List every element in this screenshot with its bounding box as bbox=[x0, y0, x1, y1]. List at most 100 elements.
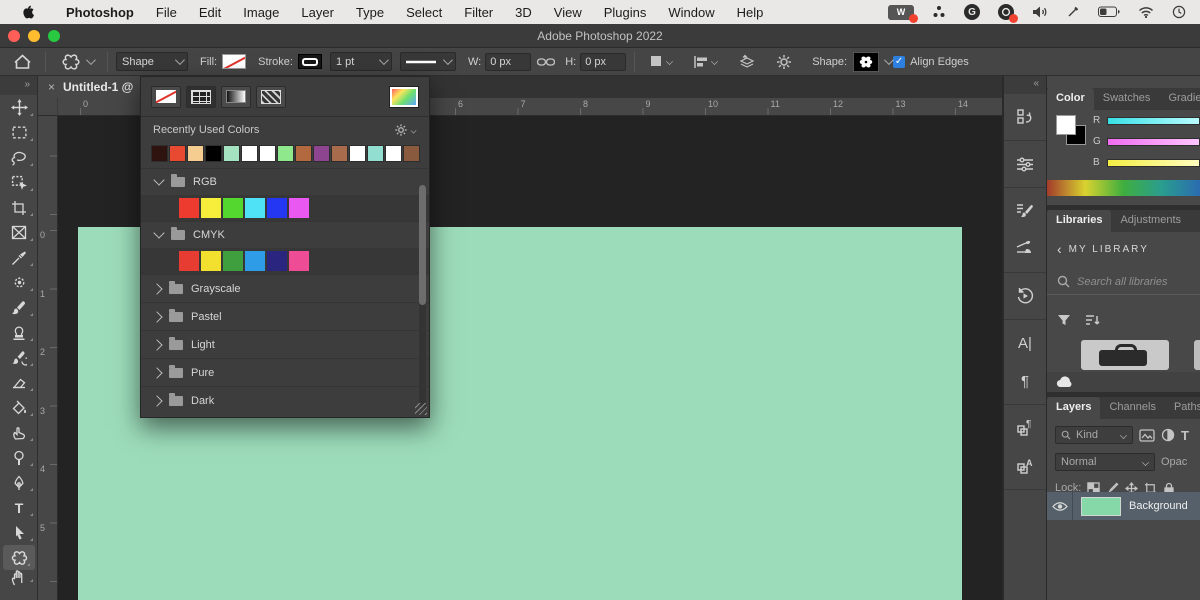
fill-gradient-button[interactable] bbox=[221, 86, 251, 108]
layer-visibility-toggle[interactable] bbox=[1047, 492, 1073, 520]
color-swatch[interactable] bbox=[201, 198, 221, 218]
pen-tool[interactable] bbox=[0, 470, 38, 495]
tab-libraries[interactable]: Libraries bbox=[1047, 210, 1111, 232]
slashed-tool-icon[interactable] bbox=[1066, 5, 1080, 19]
library-search-field[interactable]: Search all libraries bbox=[1047, 273, 1200, 295]
color-swatch[interactable] bbox=[223, 145, 240, 162]
color-swatch[interactable] bbox=[179, 198, 199, 218]
menu-item[interactable]: Window bbox=[657, 5, 725, 20]
color-swatch[interactable] bbox=[187, 145, 204, 162]
filter-adjustment-layers-icon[interactable] bbox=[1161, 428, 1175, 442]
move-tool[interactable] bbox=[0, 95, 38, 120]
gear-icon[interactable] bbox=[776, 54, 792, 70]
menu-item[interactable]: Photoshop bbox=[52, 5, 145, 20]
tab-channels[interactable]: Channels bbox=[1100, 397, 1164, 419]
library-asset-thumbnail[interactable] bbox=[1081, 340, 1169, 370]
path-selection-tool[interactable] bbox=[0, 520, 38, 545]
link-dimensions-icon[interactable] bbox=[537, 57, 555, 67]
collapsed-group-row[interactable]: Grayscale bbox=[141, 274, 429, 302]
recording-app-icon[interactable] bbox=[998, 4, 1014, 20]
menu-item[interactable]: Plugins bbox=[593, 5, 658, 20]
picker-settings-button[interactable] bbox=[394, 123, 417, 137]
paragraph-styles-panel-icon[interactable]: ¶ bbox=[1004, 409, 1046, 447]
vertical-ruler[interactable]: 012345 bbox=[38, 116, 58, 600]
fill-none-button[interactable] bbox=[151, 86, 181, 108]
document-tab[interactable]: × Untitled-1 @ bbox=[38, 76, 147, 98]
color-swatch[interactable] bbox=[267, 198, 287, 218]
path-arrangement-button[interactable] bbox=[738, 54, 756, 70]
foreground-background-swatches[interactable] bbox=[1056, 115, 1086, 145]
color-swatch[interactable] bbox=[151, 145, 168, 162]
battery-icon[interactable] bbox=[1098, 6, 1120, 18]
menu-item[interactable]: File bbox=[145, 5, 188, 20]
current-tool-icon[interactable] bbox=[60, 52, 93, 72]
dots-icon[interactable] bbox=[932, 5, 946, 19]
group-rgb-header[interactable]: RGB bbox=[141, 168, 429, 195]
height-input[interactable]: 0 px bbox=[580, 53, 626, 71]
cloud-sync-icon[interactable] bbox=[1056, 376, 1074, 388]
character-panel-icon[interactable]: A| bbox=[1004, 324, 1046, 362]
color-swatch[interactable] bbox=[223, 251, 243, 271]
paint-bucket-tool[interactable] bbox=[0, 395, 38, 420]
layer-filter-kind-select[interactable]: Kind bbox=[1055, 426, 1133, 444]
frame-tool[interactable] bbox=[0, 220, 38, 245]
fill-solid-color-button[interactable] bbox=[186, 86, 216, 108]
filter-funnel-icon[interactable] bbox=[1057, 313, 1071, 327]
color-swatch[interactable] bbox=[245, 251, 265, 271]
layer-row-background[interactable]: Background bbox=[1047, 492, 1200, 520]
color-swatch[interactable] bbox=[277, 145, 294, 162]
fill-pattern-button[interactable] bbox=[256, 86, 286, 108]
menu-item[interactable]: 3D bbox=[504, 5, 543, 20]
menu-item[interactable]: Edit bbox=[188, 5, 232, 20]
color-swatch[interactable] bbox=[331, 145, 348, 162]
collapsed-group-row[interactable]: Pure bbox=[141, 358, 429, 386]
color-swatch[interactable] bbox=[267, 251, 287, 271]
collapsed-group-row[interactable]: Light bbox=[141, 330, 429, 358]
menu-item[interactable]: Layer bbox=[290, 5, 345, 20]
menu-item[interactable]: Filter bbox=[453, 5, 504, 20]
dodge-tool[interactable] bbox=[0, 445, 38, 470]
red-channel-slider[interactable]: R bbox=[1093, 116, 1200, 125]
properties-panel-icon[interactable] bbox=[1004, 145, 1046, 183]
color-picker-button[interactable] bbox=[389, 86, 419, 108]
layer-thumbnail[interactable] bbox=[1081, 497, 1121, 516]
color-spectrum-ramp[interactable] bbox=[1047, 180, 1200, 196]
menu-item[interactable]: Help bbox=[726, 5, 775, 20]
menu-item[interactable]: Select bbox=[395, 5, 453, 20]
stroke-width-select[interactable]: 1 pt bbox=[330, 52, 392, 71]
scrollbar-thumb[interactable] bbox=[419, 185, 426, 305]
color-swatch[interactable] bbox=[241, 145, 258, 162]
foreground-color-swatch[interactable] bbox=[1056, 115, 1076, 135]
tab-layers[interactable]: Layers bbox=[1047, 397, 1100, 419]
color-swatch[interactable] bbox=[289, 251, 309, 271]
menu-item[interactable]: View bbox=[543, 5, 593, 20]
collapsed-group-row[interactable]: Pastel bbox=[141, 302, 429, 330]
volume-icon[interactable] bbox=[1032, 5, 1048, 19]
smudge-tool[interactable] bbox=[0, 420, 38, 445]
shape-preview-thumbnail[interactable] bbox=[853, 52, 879, 72]
stroke-style-select[interactable] bbox=[400, 52, 456, 71]
brushes-panel-icon[interactable] bbox=[1004, 230, 1046, 268]
library-back-row[interactable]: ‹ MY LIBRARY bbox=[1047, 240, 1200, 258]
character-styles-panel-icon[interactable]: A bbox=[1004, 447, 1046, 485]
home-icon[interactable] bbox=[14, 54, 31, 70]
blend-mode-select[interactable]: Normal bbox=[1055, 453, 1155, 471]
brush-tool[interactable] bbox=[0, 295, 38, 320]
color-swatch[interactable] bbox=[259, 145, 276, 162]
tab-paths[interactable]: Paths bbox=[1165, 397, 1200, 419]
blue-channel-slider[interactable]: B bbox=[1093, 158, 1200, 167]
width-input[interactable]: 0 px bbox=[485, 53, 531, 71]
wifi-icon[interactable] bbox=[1138, 6, 1154, 18]
color-swatch[interactable] bbox=[179, 251, 199, 271]
color-swatch[interactable] bbox=[169, 145, 186, 162]
menu-item[interactable]: Image bbox=[232, 5, 290, 20]
color-swatch[interactable] bbox=[385, 145, 402, 162]
hand-tool[interactable] bbox=[0, 570, 38, 586]
align-edges-checkbox[interactable]: ✓ bbox=[893, 56, 905, 68]
close-tab-icon[interactable]: × bbox=[48, 80, 55, 94]
color-swatch[interactable] bbox=[245, 198, 265, 218]
history-panel-icon[interactable] bbox=[1004, 277, 1046, 315]
brush-settings-panel-icon[interactable] bbox=[1004, 192, 1046, 230]
menu-item[interactable]: Type bbox=[345, 5, 395, 20]
color-swatch[interactable] bbox=[295, 145, 312, 162]
